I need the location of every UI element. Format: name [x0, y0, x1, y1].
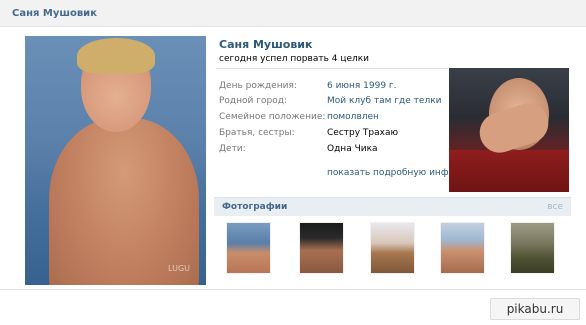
info-divider	[216, 68, 448, 69]
info-label: Семейное положение:	[219, 112, 326, 122]
profile-photo[interactable]: LUGU	[25, 36, 206, 285]
photos-section: Фотографии все	[214, 197, 571, 285]
info-value-link[interactable]: помолвлен	[327, 112, 379, 122]
photo-thumb[interactable]	[226, 222, 271, 274]
avatar-hair	[77, 38, 155, 74]
info-value-link[interactable]: 6 июня 1999 г.	[327, 81, 397, 91]
avatar-body	[49, 118, 199, 285]
profile-status[interactable]: сегодня успел порвать 4 целки	[219, 54, 369, 64]
avatar-watermark: LUGU	[168, 264, 190, 273]
photos-header: Фотографии все	[214, 198, 571, 216]
info-value: Сестру Трахаю	[327, 128, 399, 138]
facepalm-image	[449, 68, 569, 192]
info-value: Одна Чика	[327, 144, 378, 154]
info-label: Родной город:	[219, 96, 287, 106]
profile-name: Саня Мушовик	[219, 38, 313, 51]
info-label: Дети:	[219, 144, 246, 154]
site-watermark: pikabu.ru	[490, 298, 580, 320]
facepalm-uniform	[449, 150, 569, 192]
photo-thumb[interactable]	[510, 222, 555, 274]
page-header: Саня Мушовик	[0, 0, 586, 27]
header-title[interactable]: Саня Мушовик	[12, 8, 97, 19]
info-value-link[interactable]: Мой клуб там где телки	[327, 96, 441, 106]
show-more-info-link[interactable]: показать подробную инфо	[327, 168, 448, 178]
photos-title[interactable]: Фотографии	[222, 202, 287, 212]
info-label: Братья, сестры:	[219, 128, 295, 138]
photos-all-link[interactable]: все	[547, 202, 563, 212]
photo-thumb[interactable]	[440, 222, 485, 274]
photo-thumb[interactable]	[299, 222, 344, 274]
info-label: День рождения:	[219, 81, 297, 91]
photo-thumb[interactable]	[370, 222, 415, 274]
bottom-strip: pikabu.ru	[0, 289, 586, 325]
